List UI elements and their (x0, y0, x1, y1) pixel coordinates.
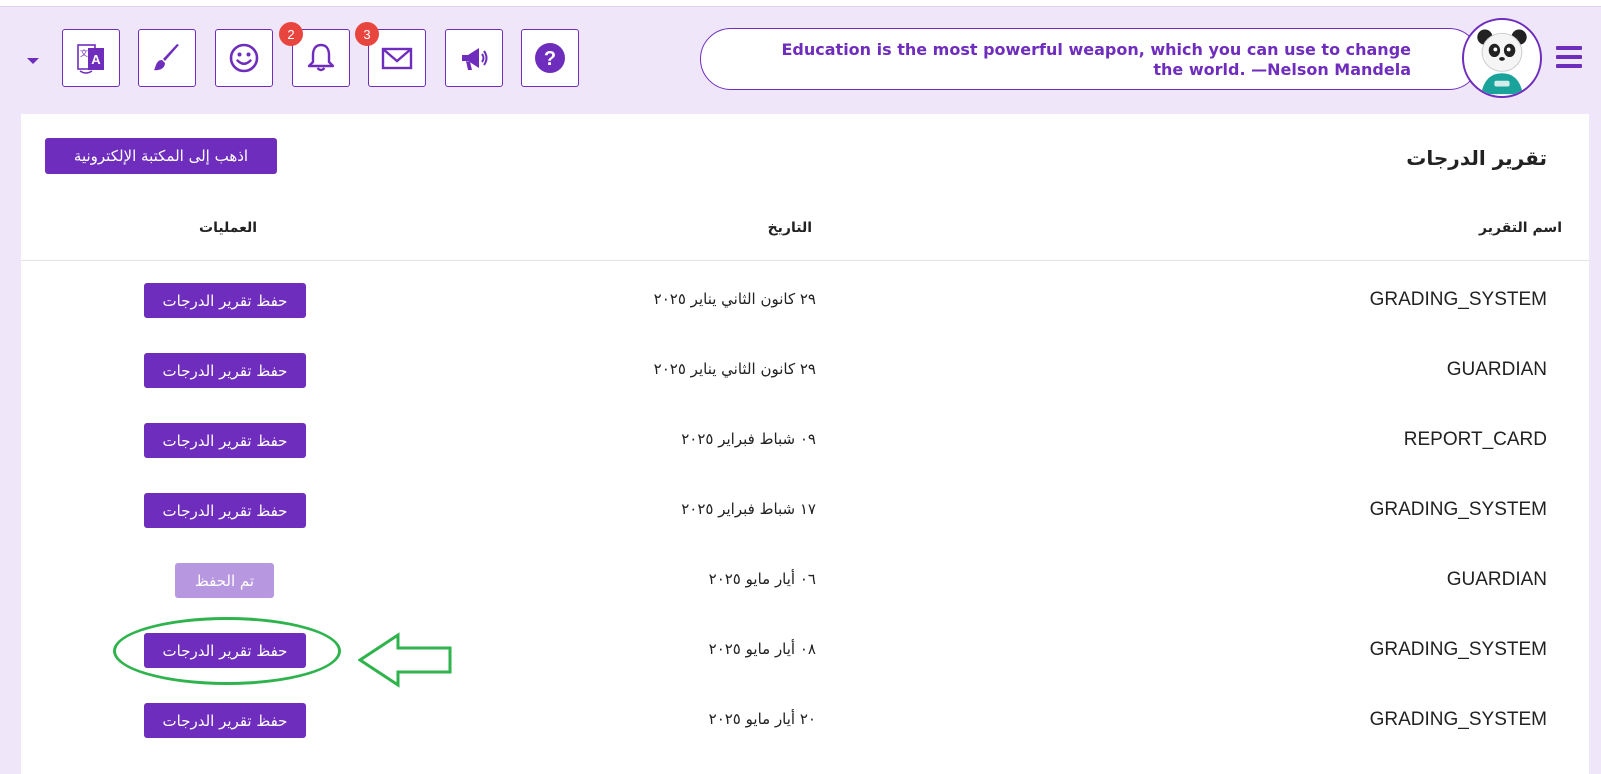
report-date: ٠٩ شباط فبراير ٢٠٢٥ (681, 430, 816, 448)
page-title: تقرير الدرجات (1406, 146, 1547, 170)
column-header-date: التاريخ (767, 220, 812, 236)
panda-avatar-icon (1465, 21, 1539, 95)
table-row: GUARDIAN ٠٦ أيار مايو ٢٠٢٥ تم الحفظ (21, 545, 1589, 614)
megaphone-icon (462, 48, 488, 70)
smiley-icon (229, 43, 259, 73)
table-row: GRADING_SYSTEM ٢٩ كانون الثاني يناير ٢٠٢… (21, 265, 1589, 334)
report-date: ٢٩ كانون الثاني يناير ٢٠٢٥ (653, 290, 816, 308)
header-divider (21, 260, 1589, 261)
report-name: GRADING_SYSTEM (1369, 499, 1547, 520)
report-date: ٠٦ أيار مايو ٢٠٢٥ (708, 570, 816, 588)
menu-icon[interactable] (1556, 46, 1582, 68)
report-name: GUARDIAN (1446, 569, 1547, 590)
report-date: ٢٠ أيار مايو ٢٠٢٥ (708, 710, 816, 728)
table-row: GRADING_SYSTEM ٠٨ أيار مايو ٢٠٢٥ حفظ تقر… (21, 615, 1589, 684)
top-header: A 文 2 3 ? Education is the most powerful… (0, 6, 1601, 114)
report-date: ٢٩ كانون الثاني يناير ٢٠٢٥ (653, 360, 816, 378)
save-grades-report-button[interactable]: حفظ تقرير الدرجات (144, 633, 306, 668)
save-grades-report-button[interactable]: حفظ تقرير الدرجات (144, 423, 306, 458)
quote-text: Education is the most powerful weapon, w… (781, 40, 1411, 79)
column-header-actions: العمليات (199, 220, 258, 236)
bell-icon (307, 43, 335, 72)
notifications-button[interactable]: 2 (279, 22, 350, 87)
table-row: REPORT_CARD ٠٩ شباط فبراير ٢٠٢٥ حفظ تقري… (21, 405, 1589, 474)
messages-button[interactable]: 3 (355, 22, 426, 87)
svg-text:文: 文 (80, 48, 88, 58)
grades-report-card: اذهب إلى المكتبة الإلكترونية تقرير الدرج… (21, 114, 1589, 774)
svg-text:A: A (91, 52, 101, 67)
table-row: GRADING_SYSTEM ١٧ شباط فبراير ٢٠٢٥ حفظ ت… (21, 475, 1589, 544)
mood-button[interactable] (215, 29, 273, 87)
save-grades-report-button[interactable]: حفظ تقرير الدرجات (144, 703, 306, 738)
save-grades-report-button[interactable]: حفظ تقرير الدرجات (144, 493, 306, 528)
report-name: GRADING_SYSTEM (1369, 289, 1547, 310)
report-date: ٠٨ أيار مايو ٢٠٢٥ (708, 640, 816, 658)
column-header-name: اسم التقرير (1479, 220, 1562, 236)
save-grades-report-button[interactable]: حفظ تقرير الدرجات (144, 283, 306, 318)
avatar[interactable] (1462, 18, 1542, 98)
quote-banner: Education is the most powerful weapon, w… (700, 28, 1480, 90)
notifications-badge: 2 (279, 22, 303, 46)
translate-icon: A 文 (77, 44, 104, 74)
help-icon: ? (535, 43, 565, 73)
report-name: REPORT_CARD (1403, 429, 1547, 450)
announcements-button[interactable] (445, 29, 503, 87)
svg-text:?: ? (544, 48, 556, 70)
report-name: GRADING_SYSTEM (1369, 639, 1547, 660)
language-button[interactable]: A 文 (62, 29, 120, 87)
messages-badge: 3 (355, 22, 379, 46)
table-row: GRADING_SYSTEM ٢٠ أيار مايو ٢٠٢٥ حفظ تقر… (21, 685, 1589, 754)
mail-icon (381, 47, 413, 70)
report-date: ١٧ شباط فبراير ٢٠٢٥ (681, 500, 816, 518)
brush-icon (154, 44, 179, 71)
saved-status-button: تم الحفظ (175, 563, 274, 598)
dropdown-caret-icon[interactable] (27, 58, 39, 64)
save-grades-report-button[interactable]: حفظ تقرير الدرجات (144, 353, 306, 388)
go-to-library-button[interactable]: اذهب إلى المكتبة الإلكترونية (45, 138, 277, 174)
table-row: GUARDIAN ٢٩ كانون الثاني يناير ٢٠٢٥ حفظ … (21, 335, 1589, 404)
report-name: GRADING_SYSTEM (1369, 709, 1547, 730)
help-button[interactable]: ? (521, 29, 579, 87)
report-name: GUARDIAN (1446, 359, 1547, 380)
theme-button[interactable] (138, 29, 196, 87)
